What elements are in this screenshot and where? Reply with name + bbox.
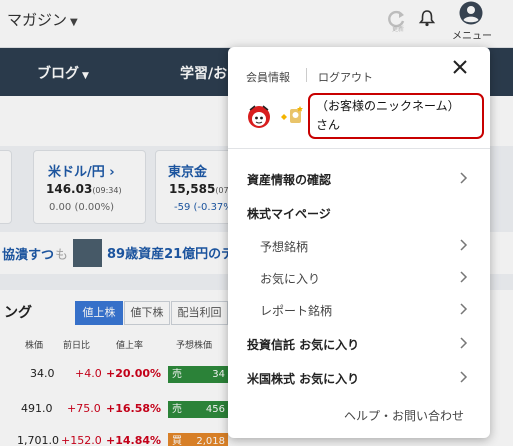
badge-icon: [281, 106, 303, 123]
menu-item-fund-favorites[interactable]: 投資信託 お気に入り: [228, 331, 490, 357]
nickname-display: （お客様のニックネーム） さん: [308, 93, 484, 139]
menu-item-us-stock-favorites[interactable]: 米国株式 お気に入り: [228, 365, 490, 391]
menu-item-report-stocks[interactable]: レポート銘柄: [228, 297, 490, 323]
chevron-right-icon: [460, 371, 468, 383]
menu-item-label: 予想銘柄: [260, 240, 309, 254]
menu-item-stock-mypage: 株式マイページ: [228, 200, 490, 226]
help-contact-link[interactable]: ヘルプ・お問い合わせ: [344, 407, 464, 424]
avatar-icon: [248, 105, 270, 128]
panel-divider: [228, 148, 490, 149]
chevron-right-icon: [460, 271, 468, 283]
menu-item-forecast-stocks[interactable]: 予想銘柄: [228, 233, 490, 259]
chevron-right-icon: [460, 337, 468, 349]
link-separator: [306, 68, 307, 82]
chevron-right-icon: [460, 239, 468, 251]
chevron-right-icon: [460, 303, 468, 315]
honorific-text: さん: [316, 118, 341, 132]
logout-link[interactable]: ログアウト: [318, 69, 373, 85]
nickname-text: （お客様のニックネーム）: [316, 99, 460, 113]
menu-item-favorites[interactable]: お気に入り: [228, 265, 490, 291]
page-root: マガジン ▼ 更新 メニュー ブログ ▼ 学習/お 米ドル/円 › 146.03(0…: [0, 0, 513, 446]
menu-item-label: 投資信託 お気に入り: [247, 338, 360, 352]
user-menu-panel: 会員情報 ログアウト （お客様のニックネーム） さん 資産情報の確認 株式マイペー…: [228, 47, 490, 438]
menu-item-label: 株式マイページ: [247, 207, 331, 221]
close-icon[interactable]: [452, 59, 468, 75]
chevron-right-icon: [460, 172, 468, 184]
menu-item-label: 資産情報の確認: [247, 173, 332, 187]
menu-item-label: レポート銘柄: [260, 304, 333, 318]
menu-item-label: 米国株式 お気に入り: [247, 372, 360, 386]
menu-item-label: お気に入り: [260, 272, 321, 286]
member-info-link[interactable]: 会員情報: [246, 69, 290, 85]
menu-item-asset-info[interactable]: 資産情報の確認: [228, 166, 490, 192]
